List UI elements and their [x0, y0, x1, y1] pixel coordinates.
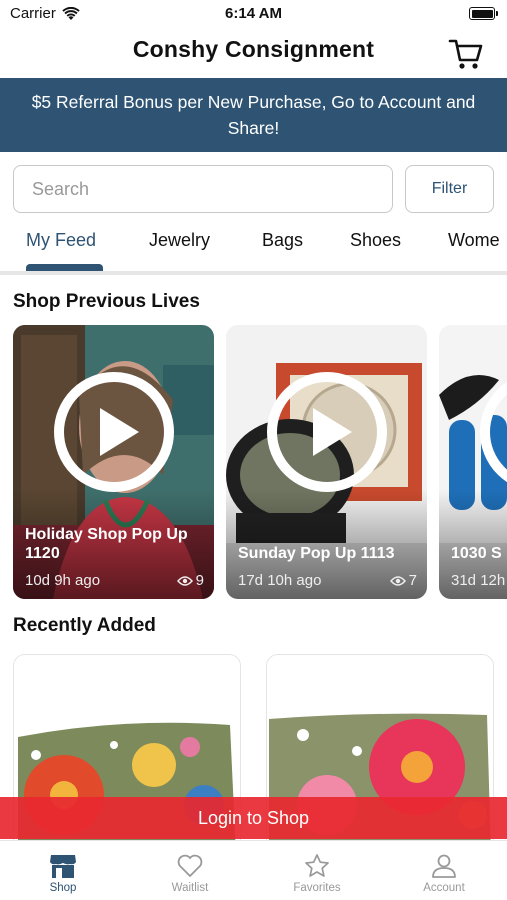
category-tabs: My Feed Jewelry Bags Shoes Wome	[0, 220, 507, 274]
heart-icon	[177, 854, 203, 877]
referral-banner[interactable]: $5 Referral Bonus per New Purchase, Go t…	[0, 78, 507, 152]
battery-icon	[469, 7, 498, 20]
play-icon[interactable]	[479, 371, 507, 493]
live-card[interactable]: Sunday Pop Up 1113 17d 10h ago 7	[226, 325, 427, 599]
tabbar-item-waitlist[interactable]: Waitlist	[127, 841, 253, 900]
tabbar-label: Favorites	[293, 882, 341, 894]
login-to-shop-button[interactable]: Login to Shop	[0, 797, 507, 839]
tab-jewelry[interactable]: Jewelry	[149, 230, 210, 251]
bottom-tab-bar: Shop Waitlist Favorites Account	[0, 840, 507, 900]
shop-icon	[50, 855, 76, 878]
live-card[interactable]: 1030 S 31d 12h	[439, 325, 507, 599]
live-title: Sunday Pop Up 1113	[238, 545, 395, 562]
tabbar-item-favorites[interactable]: Favorites	[254, 841, 380, 900]
cart-button[interactable]	[447, 34, 485, 72]
live-age: 31d 12h	[451, 572, 506, 589]
live-view-count: 9	[195, 572, 204, 589]
person-icon	[432, 854, 456, 878]
live-title: Holiday Shop Pop Up 1120	[25, 526, 188, 562]
search-input[interactable]	[13, 165, 393, 213]
tabbar-label: Account	[423, 882, 465, 894]
eye-icon	[176, 575, 193, 586]
page-title: Conshy Consignment	[132, 36, 375, 62]
play-icon[interactable]	[53, 371, 175, 493]
tabbar-item-account[interactable]: Account	[381, 841, 507, 900]
live-age: 10d 9h ago	[25, 572, 101, 589]
filter-button[interactable]: Filter	[405, 165, 494, 213]
tab-women[interactable]: Wome	[448, 230, 500, 251]
star-icon	[305, 854, 329, 877]
status-bar: Carrier 6:14 AM	[0, 0, 507, 30]
live-views: 7	[389, 572, 417, 589]
eye-icon	[389, 575, 406, 586]
tab-shoes[interactable]: Shoes	[350, 230, 401, 251]
cart-icon	[448, 39, 483, 69]
previous-lives-heading: Shop Previous Lives	[13, 291, 200, 312]
play-icon[interactable]	[266, 371, 388, 493]
live-title: 1030 S	[451, 545, 502, 562]
live-view-count: 7	[408, 572, 417, 589]
tabbar-label: Shop	[49, 882, 77, 894]
live-views: 9	[176, 572, 204, 589]
referral-banner-text: $5 Referral Bonus per New Purchase, Go t…	[31, 92, 476, 138]
recently-added-heading: Recently Added	[13, 615, 156, 636]
tabs-divider	[0, 271, 507, 275]
live-age: 17d 10h ago	[238, 572, 322, 589]
tab-bags[interactable]: Bags	[262, 230, 303, 251]
tabbar-item-shop[interactable]: Shop	[0, 841, 126, 900]
status-time: 6:14 AM	[225, 5, 282, 22]
live-card[interactable]: Holiday Shop Pop Up 1120 10d 9h ago 9	[13, 325, 214, 599]
tabbar-label: Waitlist	[171, 882, 209, 894]
previous-lives-carousel[interactable]: Holiday Shop Pop Up 1120 10d 9h ago 9 Su…	[0, 325, 507, 600]
tab-my-feed[interactable]: My Feed	[26, 230, 96, 251]
